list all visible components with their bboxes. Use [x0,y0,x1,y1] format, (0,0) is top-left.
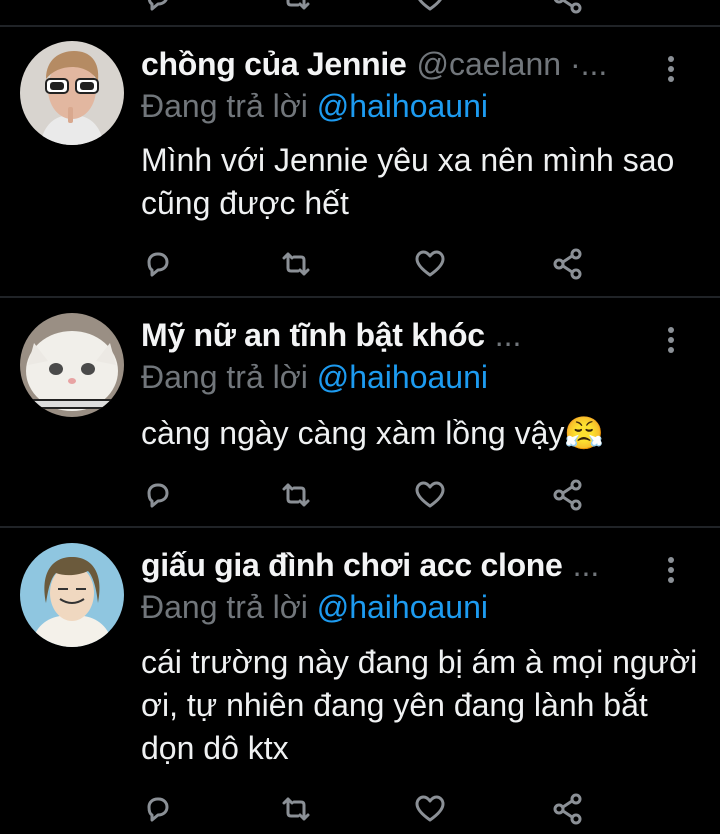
tweet-text: Mình với Jennie yêu xa nên mình sao cũng… [141,142,675,221]
divider [0,296,720,298]
avatar[interactable] [20,313,124,417]
like-icon[interactable] [410,244,450,284]
like-icon[interactable] [410,0,450,18]
tweet-text: càng ngày càng xàm lồng vậy [141,415,565,451]
reply-icon[interactable] [137,475,177,515]
tweet-actions [0,475,720,515]
share-icon[interactable] [548,789,588,829]
user-handle[interactable]: @caelann ·... [416,46,607,83]
reply-prefix: Đang trả lời [141,589,308,625]
user-handle[interactable]: ... [573,547,600,584]
display-name[interactable]: Mỹ nữ an tĩnh bật khóc [141,317,485,354]
retweet-icon[interactable] [276,789,316,829]
reply-icon[interactable] [137,789,177,829]
like-icon[interactable] [410,789,450,829]
divider [0,25,720,27]
tweet-actions [0,244,720,284]
mention-link[interactable]: @haihoauni [317,589,488,625]
reply-context: Đang trả lời @haihoauni [141,88,488,125]
tweet-text: cái trường này đang bị ám à mọi người ơi… [141,644,698,766]
retweet-icon[interactable] [276,244,316,284]
share-icon[interactable] [548,475,588,515]
retweet-icon[interactable] [276,475,316,515]
reply-context: Đang trả lời @haihoauni [141,359,488,396]
reply-prefix: Đang trả lời [141,359,308,395]
user-handle[interactable]: ... [495,317,522,354]
divider [0,526,720,528]
more-options-icon[interactable] [660,555,680,595]
angry-face-emoji: 😤 [564,414,605,452]
more-options-icon[interactable] [660,54,680,94]
more-options-icon[interactable] [660,325,680,365]
reply-prefix: Đang trả lời [141,88,308,124]
retweet-icon[interactable] [276,0,316,18]
reply-icon[interactable] [137,0,177,18]
avatar[interactable] [20,41,124,145]
reply-icon[interactable] [137,244,177,284]
mention-link[interactable]: @haihoauni [317,359,488,395]
like-icon[interactable] [410,475,450,515]
share-icon[interactable] [548,0,588,18]
tweet-actions [0,789,720,829]
share-icon[interactable] [548,244,588,284]
tweet-actions-partial [0,0,720,18]
mention-link[interactable]: @haihoauni [317,88,488,124]
display-name[interactable]: chồng của Jennie [141,46,407,83]
reply-context: Đang trả lời @haihoauni [141,589,488,626]
tweet-text-container: càng ngày càng xàm lồng vậy😤 [141,412,701,455]
display-name[interactable]: giấu gia đình chơi acc clone [141,547,563,584]
avatar[interactable] [20,543,124,647]
